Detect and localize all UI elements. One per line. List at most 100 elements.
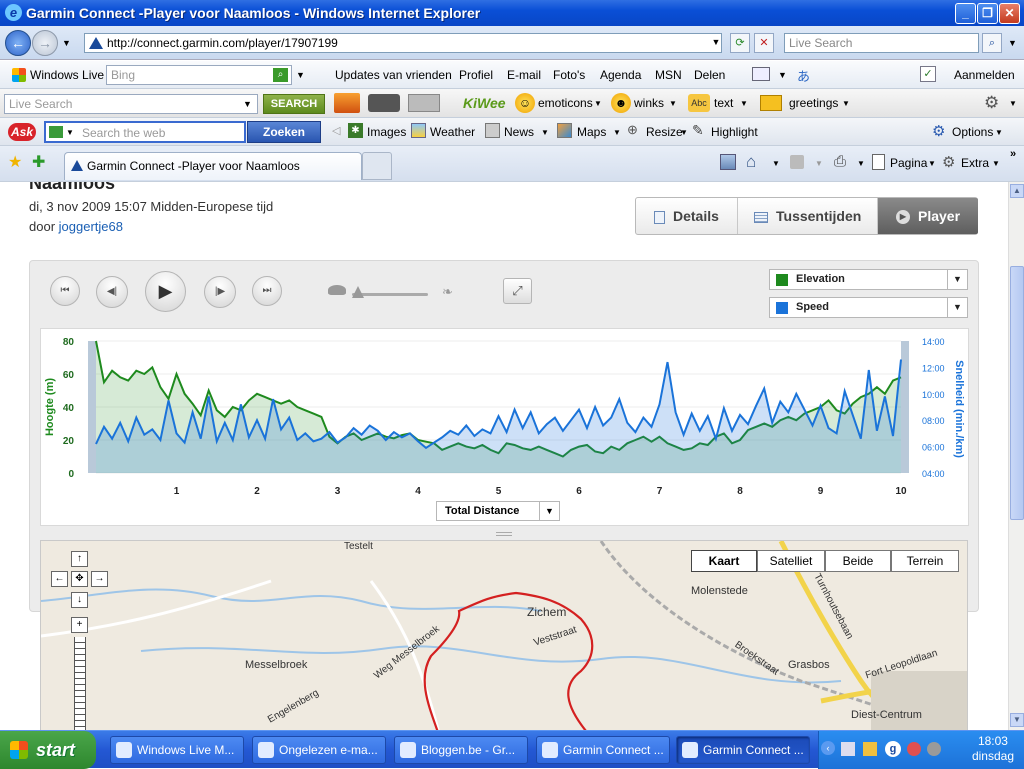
ask-logo-icon[interactable]: Ask [8,123,36,141]
tray-app-icon[interactable] [863,742,877,756]
tab-tussentijden[interactable]: Tussentijden [738,198,878,234]
scroll-up-icon[interactable]: ▲ [1010,184,1024,198]
taskbar-item[interactable]: Garmin Connect ... [536,736,670,764]
news-button[interactable]: News [504,125,534,139]
resize-dropdown-icon[interactable]: ▼ [680,128,688,137]
step-forward-button[interactable]: |▶ [204,276,236,308]
extra-menu[interactable]: Extra [961,156,989,170]
skip-to-start-button[interactable]: ⏮ [50,276,80,306]
text-menu[interactable]: text [714,96,733,110]
window-title-bar[interactable]: e Garmin Connect -Player voor Naamloos -… [0,0,1024,26]
highlight-pen-icon[interactable]: ✎ [692,122,704,139]
activity-chart[interactable]: 0 20 40 60 80 04:00 06:00 08:00 10:00 12:00 14:00… [40,328,969,526]
live-search-toolbar-input[interactable]: Live Search [4,94,258,114]
toolbar-link-delen[interactable]: Delen [694,68,725,82]
speed-slider-handle[interactable] [352,286,364,298]
winks-dropdown-icon[interactable]: ▼ [669,99,677,108]
print-dropdown-icon[interactable]: ▼ [857,159,865,168]
tray-g-icon[interactable]: g [885,741,901,757]
checklist-icon[interactable]: ✓ [920,66,936,82]
news-icon[interactable] [485,123,500,138]
skip-to-end-button[interactable]: ⏭ [252,276,282,306]
scrollbar-thumb[interactable] [1010,266,1024,520]
live-search-input[interactable]: Live Search [784,33,979,53]
search-provider-icon[interactable] [49,126,63,138]
home-dropdown-icon[interactable]: ▼ [772,159,780,168]
tab-player[interactable]: ▶ Player [878,198,978,234]
map-type-satelliet[interactable]: Satelliet [757,550,825,572]
route-map[interactable]: Kaart Satelliet Beide Terrein Testelt Zi… [40,540,968,730]
taskbar-item[interactable]: Ongelezen e-ma... [252,736,386,764]
play-button[interactable]: ▶ [145,271,186,312]
tray-security-icon[interactable] [907,742,921,756]
print-icon[interactable]: ⎙ [834,153,846,170]
map-center-button[interactable]: ✥ [71,571,88,587]
options-button[interactable]: Options [952,125,993,139]
weather-icon[interactable] [411,123,426,138]
video-camera-icon[interactable] [368,94,400,112]
taskbar-item[interactable]: Bloggen.be - Gr... [394,736,528,764]
rss-dropdown-icon[interactable]: ▼ [815,159,823,168]
address-dropdown-icon[interactable]: ▼ [706,33,726,53]
taskbar-item-active[interactable]: Garmin Connect ... [676,736,810,764]
extra-dropdown-icon[interactable]: ▼ [992,159,1000,168]
maps-icon[interactable] [557,123,572,138]
emoticons-icon[interactable]: ☺ [515,93,535,113]
tray-volume-icon[interactable] [927,742,941,756]
chart-resize-grip[interactable] [496,532,512,536]
page-scrollbar[interactable]: ▲ ▼ [1008,182,1024,730]
clock[interactable]: 18:03 dinsdag [972,734,1014,764]
greetings-dropdown-icon[interactable]: ▼ [842,99,850,108]
toolbar-link-updates[interactable]: Updates van vrienden [335,68,452,82]
fullscreen-icon[interactable]: ⤢ [503,278,532,304]
winks-menu[interactable]: winks [634,96,664,110]
refresh-icon[interactable]: ⟳ [730,33,750,53]
resize-magnifier-icon[interactable]: ⊕ [627,122,638,138]
settings-dropdown-icon[interactable]: ▼ [1009,99,1017,108]
windows-live-brand[interactable]: Windows Live [30,68,104,82]
new-tab-button[interactable] [362,152,392,180]
toolbar-link-profiel[interactable]: Profiel [459,68,493,82]
search-provider-dropdown-icon[interactable]: ▼ [66,128,74,137]
window-icon[interactable] [752,67,770,81]
map-pan-up-button[interactable]: ↑ [71,551,88,567]
stop-icon[interactable]: ✕ [754,33,774,53]
address-input[interactable]: http://connect.garmin.com/player/1790719… [84,33,722,53]
kiwee-logo[interactable]: KiWee [463,95,506,111]
start-button[interactable]: start [0,731,96,769]
map-pan-right-button[interactable]: → [91,571,108,587]
series-select-elevation[interactable]: Elevation ▼ [769,269,968,290]
map-type-beide[interactable]: Beide [825,550,891,572]
map-pan-down-button[interactable]: ↓ [71,592,88,608]
minimize-button[interactable]: _ [955,3,976,24]
step-back-button[interactable]: ◀| [96,276,128,308]
emoticons-dropdown-icon[interactable]: ▼ [594,99,602,108]
author-link[interactable]: joggertje68 [59,219,123,234]
tray-network-icon[interactable] [841,742,855,756]
map-zoom-slider[interactable] [74,637,86,730]
map-type-kaart[interactable]: Kaart [691,550,757,572]
winks-icon[interactable]: ☻ [611,93,631,113]
taskbar-item[interactable]: Windows Live M... [110,736,244,764]
x-axis-select[interactable]: Total Distance ▼ [436,501,560,521]
images-button[interactable]: Images [367,125,406,139]
toolbar-link-agenda[interactable]: Agenda [600,68,641,82]
map-pan-left-button[interactable]: ← [51,571,68,587]
ask-search-input[interactable]: Search the web [44,121,246,143]
series-select-speed[interactable]: Speed ▼ [769,297,968,318]
home-icon[interactable]: ⌂ [746,152,756,172]
toolbar-link-msn[interactable]: MSN [655,68,682,82]
toolbar-link-email[interactable]: E-mail [507,68,541,82]
resize-button[interactable]: Resize [646,125,683,139]
close-button[interactable]: ✕ [999,3,1020,24]
search-button[interactable]: SEARCH [263,94,325,114]
tools-gear-icon[interactable]: ⚙ [942,153,955,171]
text-icon[interactable]: Abc [688,94,710,112]
history-dropdown-icon[interactable]: ▼ [62,38,71,48]
map-type-terrein[interactable]: Terrein [891,550,959,572]
tray-expand-icon[interactable]: ‹ [821,741,835,755]
emoticons-menu[interactable]: emoticons [538,96,593,110]
beach-icon[interactable] [334,93,360,113]
map-zoom-in-button[interactable]: + [71,617,88,633]
search-go-icon[interactable]: ⌕ [273,68,288,82]
